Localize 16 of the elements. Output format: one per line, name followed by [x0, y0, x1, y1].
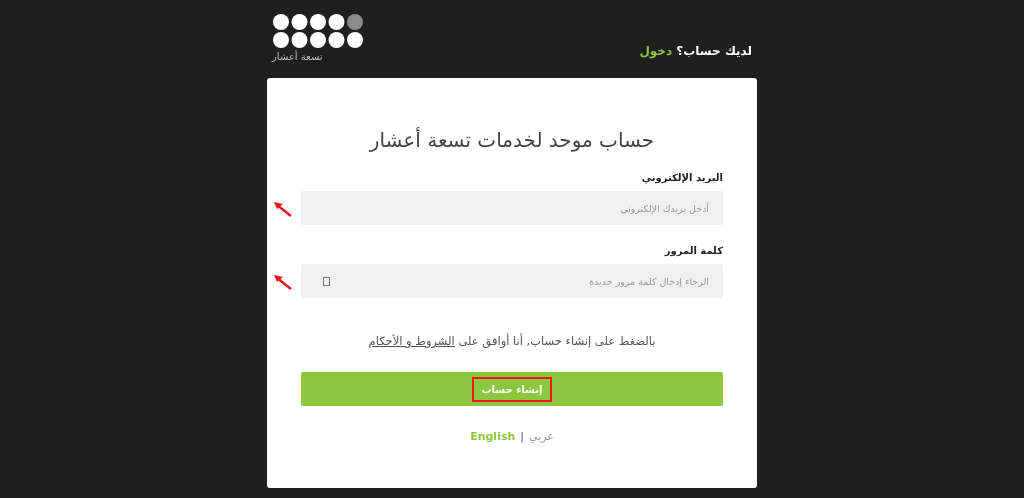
- square-icon: [323, 276, 330, 286]
- language-link[interactable]: عربي: [529, 430, 554, 443]
- logo-icon: [272, 14, 364, 48]
- create-account-button[interactable]: إنشاء حساب: [301, 372, 723, 406]
- field-label: البريد الإلكتروني: [640, 172, 723, 183]
- terms-link[interactable]: الشروط و الأحكام: [368, 334, 455, 348]
- logo-caption: تسعة أعشار: [272, 51, 323, 62]
- language-separator: |: [520, 430, 524, 443]
- login-link[interactable]: دخول: [639, 44, 673, 58]
- terms-text: بالضغط على إنشاء حساب, أنا أوافق على الشروط و الأحكام: [367, 334, 657, 348]
- login-prompt: لديك حساب؟: [676, 44, 752, 58]
- form-title: حساب موحد لخدمات تسعة أعشار: [368, 128, 656, 152]
- email-field[interactable]: أدخل بريدك الإلكتروني: [301, 191, 723, 225]
- field-label: كلمة المرور: [663, 245, 723, 256]
- password-field[interactable]: الرجاء إدخال كلمة مرور جديدة: [301, 264, 723, 298]
- language-link[interactable]: English: [470, 430, 516, 443]
